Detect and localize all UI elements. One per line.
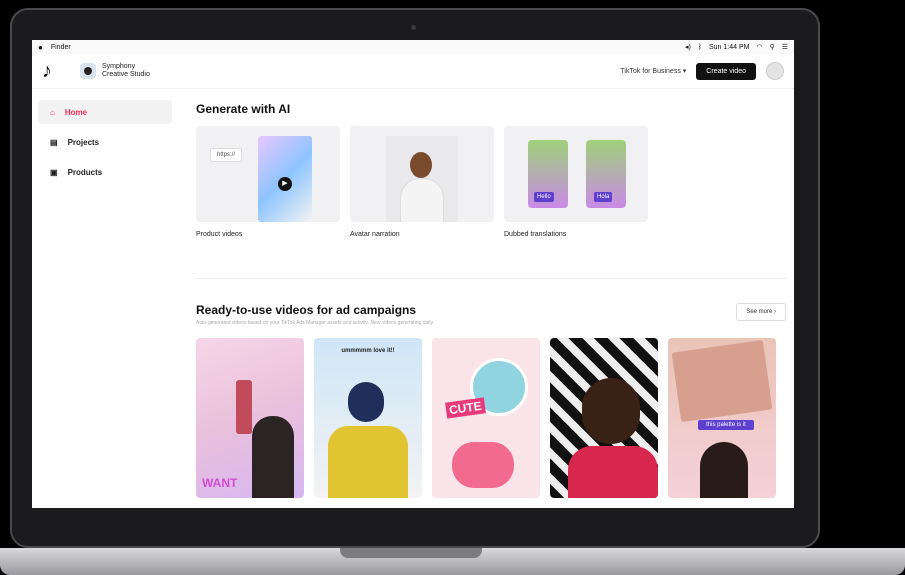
menubar-clock[interactable]: Sun 1:44 PM [709, 44, 749, 51]
generate-title: Generate with AI [196, 102, 291, 116]
avatar[interactable] [766, 62, 784, 80]
video-thumbnail[interactable]: this palette is it [668, 338, 776, 498]
video-thumbnail[interactable] [550, 338, 658, 498]
webcam [411, 25, 416, 30]
sidebar: ⌂ Home ▤ Projects ▣ Products [38, 100, 172, 190]
main-content: Generate with AI https:// ▶ Product vide… [196, 102, 786, 498]
app-header: ♪ Symphony Creative Studio TikTok for Bu… [32, 54, 794, 89]
card-label: Product videos [196, 231, 243, 238]
brand-subname: Creative Studio [102, 71, 150, 78]
sidebar-item-label: Projects [67, 137, 100, 147]
sidebar-item-label: Home [64, 107, 88, 117]
wifi-icon[interactable]: ◠ [756, 43, 762, 51]
apple-icon[interactable]: ● [38, 43, 43, 52]
video-sticker: CUTE [445, 397, 486, 419]
tiktok-logo-icon[interactable]: ♪ [42, 60, 66, 83]
brand-name: Symphony [102, 63, 136, 70]
sidebar-item-home[interactable]: ⌂ Home [38, 100, 172, 124]
video-sticker: WANT [202, 476, 238, 490]
laptop-notch [340, 548, 482, 558]
product-videos-thumbnail: https:// ▶ [196, 126, 340, 222]
menubar-app-name[interactable]: Finder [51, 44, 71, 51]
url-input-preview: https:// [210, 148, 243, 162]
avatar-narration-card[interactable]: Avatar narration [350, 126, 494, 238]
video-thumbnail[interactable]: CUTE [432, 338, 540, 498]
sidebar-item-projects[interactable]: ▤ Projects [38, 130, 172, 154]
brand[interactable]: Symphony Creative Studio [80, 63, 150, 79]
dubbed-translations-card[interactable]: Hello Hola Dubbed translations [504, 126, 648, 238]
bluetooth-icon[interactable]: ᛒ [698, 44, 702, 51]
campaigns-subtitle: Auto-generated videos based on your TikT… [196, 320, 435, 326]
hello-tag: Hello [534, 192, 554, 202]
symphony-logo-icon [80, 63, 96, 79]
tiktok-for-business-link[interactable]: TikTok for Business ▾ [620, 67, 686, 75]
screen: ● Finder ◂) ᛒ Sun 1:44 PM ◠ ⚲ ☰ ♪ Sympho… [32, 40, 794, 508]
avatar-narration-thumbnail [350, 126, 494, 222]
volume-icon[interactable]: ◂) [685, 43, 691, 51]
card-label: Dubbed translations [504, 231, 567, 238]
home-icon: ⌂ [50, 107, 55, 117]
video-thumbnail[interactable]: WANT [196, 338, 304, 498]
card-label: Avatar narration [350, 231, 400, 238]
see-more-button[interactable]: See more › [736, 303, 786, 321]
section-divider [196, 278, 786, 279]
campaigns-title: Ready-to-use videos for ad campaigns [196, 303, 417, 317]
product-videos-card[interactable]: https:// ▶ Product videos [196, 126, 340, 238]
products-icon: ▣ [50, 167, 58, 177]
control-center-icon[interactable]: ☰ [782, 43, 788, 51]
video-thumbnail[interactable]: ummmmm love it!! [314, 338, 422, 498]
mac-menubar: ● Finder ◂) ᛒ Sun 1:44 PM ◠ ⚲ ☰ [32, 40, 794, 54]
video-caption: this palette is it [698, 420, 754, 430]
video-caption: ummmmm love it!! [341, 348, 395, 354]
spotlight-icon[interactable]: ⚲ [770, 43, 775, 51]
sidebar-item-products[interactable]: ▣ Products [38, 160, 172, 184]
play-icon: ▶ [278, 177, 292, 191]
hola-tag: Hola [594, 192, 613, 202]
dubbed-translations-thumbnail: Hello Hola [504, 126, 648, 222]
sidebar-item-label: Products [67, 167, 103, 177]
projects-icon: ▤ [50, 137, 58, 147]
create-video-button[interactable]: Create video [696, 62, 756, 80]
